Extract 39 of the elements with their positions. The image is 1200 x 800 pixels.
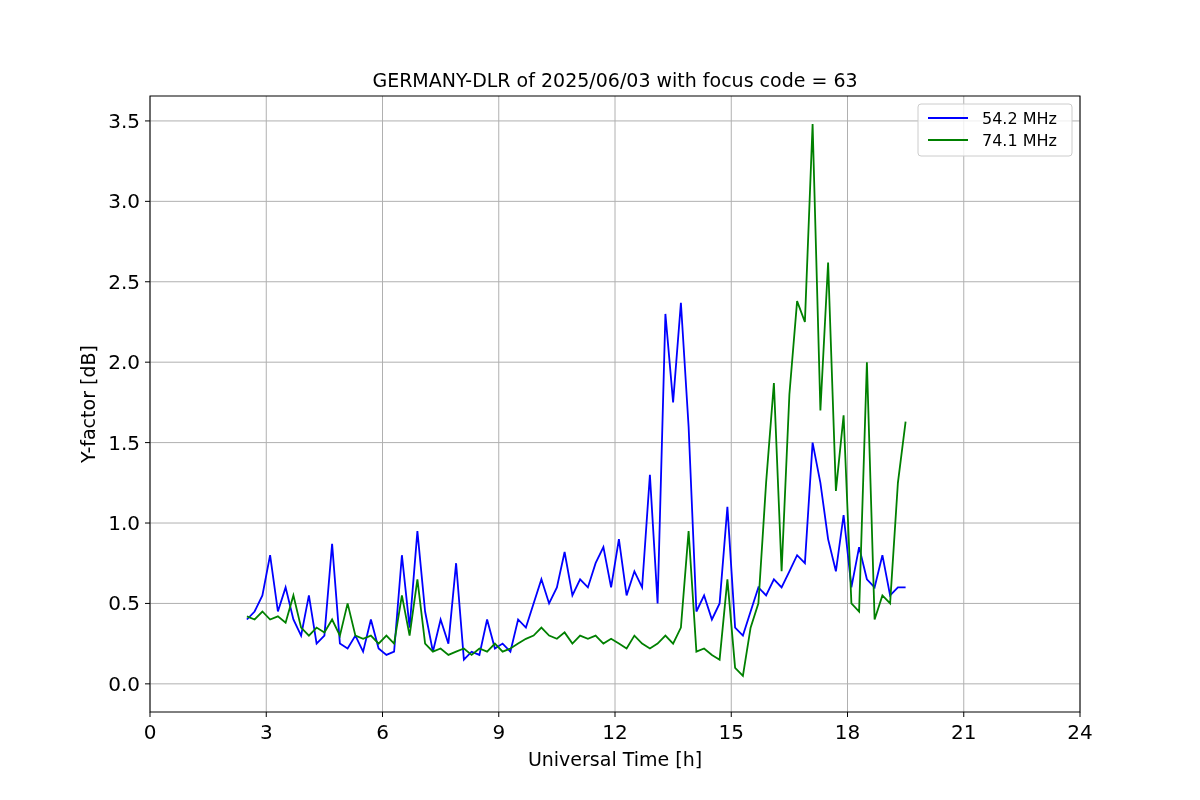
- y-axis-label: Y-factor [dB]: [77, 345, 99, 463]
- tick-mark: [847, 711, 848, 718]
- y-tick-label: 2.0: [108, 350, 140, 375]
- chart-title: GERMANY-DLR of 2025/06/03 with focus code = 63: [372, 69, 858, 91]
- y-tick-label: 1.0: [108, 511, 140, 535]
- tick-mark: [614, 711, 616, 718]
- x-axis-label: Universal Time [h]: [527, 748, 703, 770]
- x-tick-label: 24: [1067, 720, 1093, 744]
- tick-mark: [144, 200, 151, 202]
- y-tick-label: 1.5: [108, 430, 140, 455]
- x-tick-label: 18: [834, 720, 861, 744]
- y-tick-label: 0.0: [108, 671, 140, 696]
- x-tick-label: 0: [143, 720, 157, 744]
- tick-mark: [1079, 711, 1081, 718]
- legend-label: 74.1 MHz: [982, 131, 1057, 150]
- tick-mark: [144, 120, 151, 122]
- y-tick-label: 3.5: [108, 108, 140, 133]
- tick-mark: [963, 711, 965, 718]
- tick-mark: [498, 711, 500, 718]
- y-tick-label: 2.5: [108, 269, 140, 294]
- tick-mark: [730, 711, 732, 718]
- x-tick-label: 15: [718, 720, 744, 744]
- legend-label: 54.2 MHz: [982, 109, 1057, 128]
- y-tick-label: 0.5: [108, 591, 140, 616]
- tick-mark: [144, 281, 151, 283]
- tick-mark: [382, 711, 383, 718]
- tick-mark: [144, 683, 151, 685]
- x-tick-label: 9: [492, 720, 506, 744]
- x-tick-label: 3: [259, 720, 273, 744]
- tick-mark: [144, 522, 151, 524]
- y-tick-label: 3.0: [108, 189, 140, 214]
- x-tick-label: 12: [602, 720, 628, 744]
- x-tick-label: 6: [376, 720, 389, 744]
- tick-mark: [144, 442, 151, 444]
- tick-mark: [265, 711, 267, 718]
- tick-mark: [149, 711, 151, 718]
- tick-mark: [144, 602, 151, 604]
- tick-mark: [144, 361, 151, 363]
- x-tick-label: 21: [951, 720, 977, 744]
